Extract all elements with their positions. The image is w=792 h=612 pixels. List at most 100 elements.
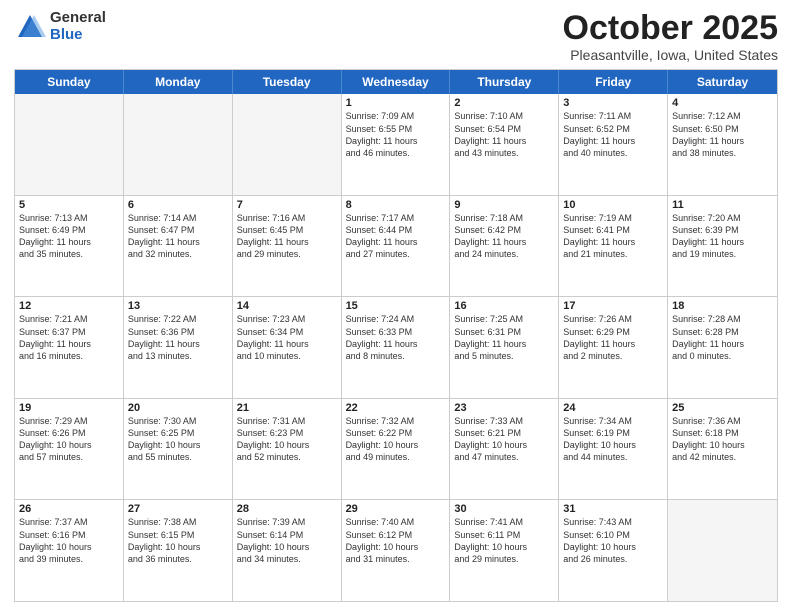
- day-number: 2: [454, 97, 554, 109]
- cell-info: Sunrise: 7:39 AM Sunset: 6:14 PM Dayligh…: [237, 516, 337, 565]
- cell-info: Sunrise: 7:13 AM Sunset: 6:49 PM Dayligh…: [19, 212, 119, 261]
- day-number: 25: [672, 402, 773, 414]
- calendar-cell: 15Sunrise: 7:24 AM Sunset: 6:33 PM Dayli…: [342, 297, 451, 398]
- cell-info: Sunrise: 7:40 AM Sunset: 6:12 PM Dayligh…: [346, 516, 446, 565]
- calendar-row-5: 26Sunrise: 7:37 AM Sunset: 6:16 PM Dayli…: [15, 499, 777, 601]
- header-day-thursday: Thursday: [450, 70, 559, 94]
- cell-info: Sunrise: 7:38 AM Sunset: 6:15 PM Dayligh…: [128, 516, 228, 565]
- cell-info: Sunrise: 7:36 AM Sunset: 6:18 PM Dayligh…: [672, 415, 773, 464]
- day-number: 28: [237, 503, 337, 515]
- calendar-cell: 7Sunrise: 7:16 AM Sunset: 6:45 PM Daylig…: [233, 196, 342, 297]
- cell-info: Sunrise: 7:11 AM Sunset: 6:52 PM Dayligh…: [563, 110, 663, 159]
- cell-info: Sunrise: 7:33 AM Sunset: 6:21 PM Dayligh…: [454, 415, 554, 464]
- title-location: Pleasantville, Iowa, United States: [563, 47, 778, 63]
- cell-info: Sunrise: 7:37 AM Sunset: 6:16 PM Dayligh…: [19, 516, 119, 565]
- calendar-cell: 19Sunrise: 7:29 AM Sunset: 6:26 PM Dayli…: [15, 399, 124, 500]
- cell-info: Sunrise: 7:34 AM Sunset: 6:19 PM Dayligh…: [563, 415, 663, 464]
- day-number: 5: [19, 199, 119, 211]
- day-number: 26: [19, 503, 119, 515]
- calendar-cell: 10Sunrise: 7:19 AM Sunset: 6:41 PM Dayli…: [559, 196, 668, 297]
- day-number: 17: [563, 300, 663, 312]
- calendar-cell: 23Sunrise: 7:33 AM Sunset: 6:21 PM Dayli…: [450, 399, 559, 500]
- calendar-cell: 14Sunrise: 7:23 AM Sunset: 6:34 PM Dayli…: [233, 297, 342, 398]
- day-number: 8: [346, 199, 446, 211]
- day-number: 24: [563, 402, 663, 414]
- cell-info: Sunrise: 7:31 AM Sunset: 6:23 PM Dayligh…: [237, 415, 337, 464]
- cell-info: Sunrise: 7:25 AM Sunset: 6:31 PM Dayligh…: [454, 313, 554, 362]
- calendar-cell: 11Sunrise: 7:20 AM Sunset: 6:39 PM Dayli…: [668, 196, 777, 297]
- logo-blue: Blue: [50, 27, 106, 44]
- cell-info: Sunrise: 7:20 AM Sunset: 6:39 PM Dayligh…: [672, 212, 773, 261]
- logo-general: General: [50, 10, 106, 27]
- calendar-cell: 12Sunrise: 7:21 AM Sunset: 6:37 PM Dayli…: [15, 297, 124, 398]
- day-number: 31: [563, 503, 663, 515]
- calendar-cell: 30Sunrise: 7:41 AM Sunset: 6:11 PM Dayli…: [450, 500, 559, 601]
- calendar-row-2: 5Sunrise: 7:13 AM Sunset: 6:49 PM Daylig…: [15, 195, 777, 297]
- calendar-cell: 17Sunrise: 7:26 AM Sunset: 6:29 PM Dayli…: [559, 297, 668, 398]
- cell-info: Sunrise: 7:28 AM Sunset: 6:28 PM Dayligh…: [672, 313, 773, 362]
- day-number: 6: [128, 199, 228, 211]
- cell-info: Sunrise: 7:32 AM Sunset: 6:22 PM Dayligh…: [346, 415, 446, 464]
- cell-info: Sunrise: 7:29 AM Sunset: 6:26 PM Dayligh…: [19, 415, 119, 464]
- day-number: 4: [672, 97, 773, 109]
- cell-info: Sunrise: 7:23 AM Sunset: 6:34 PM Dayligh…: [237, 313, 337, 362]
- calendar-cell: 13Sunrise: 7:22 AM Sunset: 6:36 PM Dayli…: [124, 297, 233, 398]
- calendar-cell: 18Sunrise: 7:28 AM Sunset: 6:28 PM Dayli…: [668, 297, 777, 398]
- calendar-cell: 22Sunrise: 7:32 AM Sunset: 6:22 PM Dayli…: [342, 399, 451, 500]
- day-number: 20: [128, 402, 228, 414]
- day-number: 22: [346, 402, 446, 414]
- calendar-cell: [124, 94, 233, 195]
- cell-info: Sunrise: 7:22 AM Sunset: 6:36 PM Dayligh…: [128, 313, 228, 362]
- calendar-cell: 25Sunrise: 7:36 AM Sunset: 6:18 PM Dayli…: [668, 399, 777, 500]
- header-day-monday: Monday: [124, 70, 233, 94]
- calendar-cell: 1Sunrise: 7:09 AM Sunset: 6:55 PM Daylig…: [342, 94, 451, 195]
- day-number: 21: [237, 402, 337, 414]
- day-number: 27: [128, 503, 228, 515]
- calendar-cell: 29Sunrise: 7:40 AM Sunset: 6:12 PM Dayli…: [342, 500, 451, 601]
- cell-info: Sunrise: 7:19 AM Sunset: 6:41 PM Dayligh…: [563, 212, 663, 261]
- day-number: 9: [454, 199, 554, 211]
- calendar-row-1: 1Sunrise: 7:09 AM Sunset: 6:55 PM Daylig…: [15, 94, 777, 195]
- calendar-cell: 6Sunrise: 7:14 AM Sunset: 6:47 PM Daylig…: [124, 196, 233, 297]
- day-number: 1: [346, 97, 446, 109]
- calendar-cell: 24Sunrise: 7:34 AM Sunset: 6:19 PM Dayli…: [559, 399, 668, 500]
- cell-info: Sunrise: 7:18 AM Sunset: 6:42 PM Dayligh…: [454, 212, 554, 261]
- cell-info: Sunrise: 7:26 AM Sunset: 6:29 PM Dayligh…: [563, 313, 663, 362]
- day-number: 10: [563, 199, 663, 211]
- calendar-cell: 31Sunrise: 7:43 AM Sunset: 6:10 PM Dayli…: [559, 500, 668, 601]
- day-number: 13: [128, 300, 228, 312]
- day-number: 19: [19, 402, 119, 414]
- day-number: 15: [346, 300, 446, 312]
- day-number: 7: [237, 199, 337, 211]
- calendar-cell: 16Sunrise: 7:25 AM Sunset: 6:31 PM Dayli…: [450, 297, 559, 398]
- calendar-cell: [233, 94, 342, 195]
- calendar: SundayMondayTuesdayWednesdayThursdayFrid…: [14, 69, 778, 602]
- day-number: 23: [454, 402, 554, 414]
- day-number: 30: [454, 503, 554, 515]
- cell-info: Sunrise: 7:12 AM Sunset: 6:50 PM Dayligh…: [672, 110, 773, 159]
- calendar-cell: 2Sunrise: 7:10 AM Sunset: 6:54 PM Daylig…: [450, 94, 559, 195]
- day-number: 16: [454, 300, 554, 312]
- cell-info: Sunrise: 7:24 AM Sunset: 6:33 PM Dayligh…: [346, 313, 446, 362]
- page: General Blue October 2025 Pleasantville,…: [0, 0, 792, 612]
- day-number: 11: [672, 199, 773, 211]
- calendar-cell: 27Sunrise: 7:38 AM Sunset: 6:15 PM Dayli…: [124, 500, 233, 601]
- day-number: 12: [19, 300, 119, 312]
- header-day-saturday: Saturday: [668, 70, 777, 94]
- calendar-cell: 3Sunrise: 7:11 AM Sunset: 6:52 PM Daylig…: [559, 94, 668, 195]
- header-day-sunday: Sunday: [15, 70, 124, 94]
- day-number: 29: [346, 503, 446, 515]
- title-block: October 2025 Pleasantville, Iowa, United…: [563, 10, 778, 63]
- title-month: October 2025: [563, 10, 778, 47]
- calendar-cell: 4Sunrise: 7:12 AM Sunset: 6:50 PM Daylig…: [668, 94, 777, 195]
- logo-icon: [14, 11, 46, 43]
- calendar-cell: 20Sunrise: 7:30 AM Sunset: 6:25 PM Dayli…: [124, 399, 233, 500]
- cell-info: Sunrise: 7:14 AM Sunset: 6:47 PM Dayligh…: [128, 212, 228, 261]
- calendar-row-4: 19Sunrise: 7:29 AM Sunset: 6:26 PM Dayli…: [15, 398, 777, 500]
- calendar-cell: 21Sunrise: 7:31 AM Sunset: 6:23 PM Dayli…: [233, 399, 342, 500]
- cell-info: Sunrise: 7:30 AM Sunset: 6:25 PM Dayligh…: [128, 415, 228, 464]
- calendar-cell: 9Sunrise: 7:18 AM Sunset: 6:42 PM Daylig…: [450, 196, 559, 297]
- cell-info: Sunrise: 7:10 AM Sunset: 6:54 PM Dayligh…: [454, 110, 554, 159]
- calendar-cell: 5Sunrise: 7:13 AM Sunset: 6:49 PM Daylig…: [15, 196, 124, 297]
- cell-info: Sunrise: 7:41 AM Sunset: 6:11 PM Dayligh…: [454, 516, 554, 565]
